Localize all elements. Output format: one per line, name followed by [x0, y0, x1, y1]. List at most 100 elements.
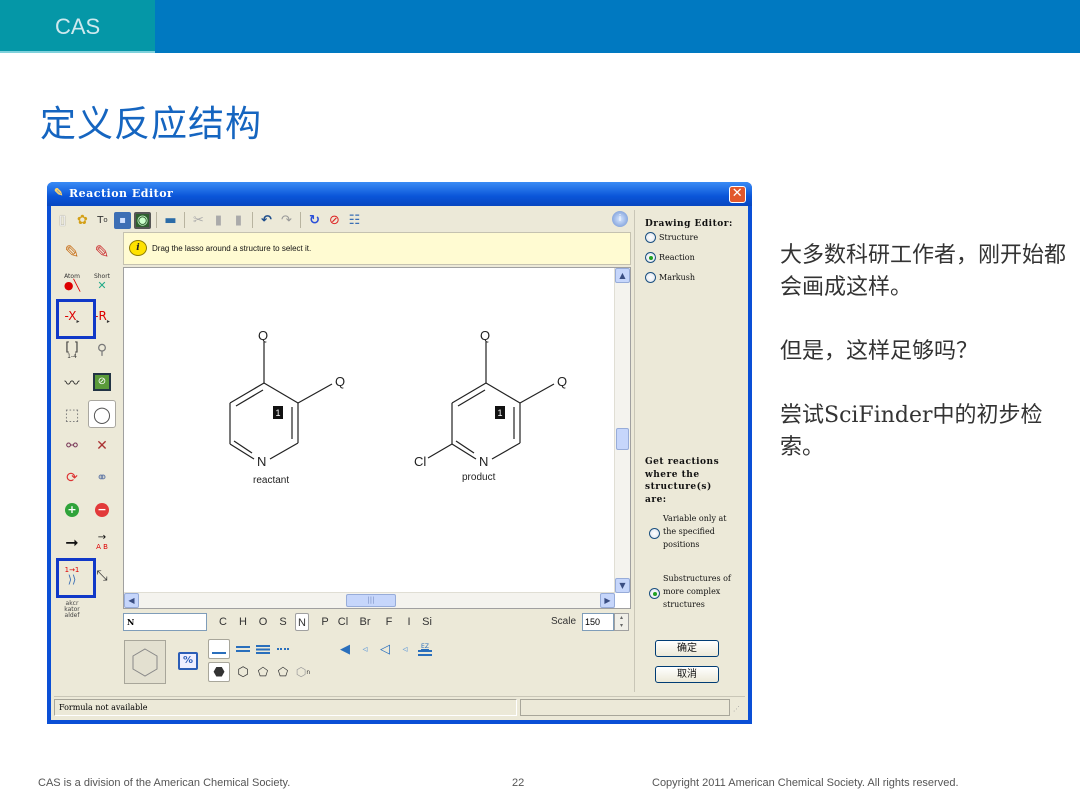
paste-icon[interactable]: ▮ — [230, 212, 247, 229]
vertical-scrollbar[interactable]: ▲ ▼ — [614, 268, 630, 593]
product-map-label: 1 — [498, 408, 503, 418]
info-icon: i — [129, 240, 147, 256]
shortcut-tool[interactable]: Short ✕ — [88, 268, 116, 296]
minus-icon: − — [95, 503, 109, 517]
reaction-editor-window: ✎ Reaction Editor ✕ ▯ ✿ To ▪ ◉ ▬ ✂ ▮ ▮ ↶… — [47, 182, 752, 724]
percent-tool-icon[interactable]: % — [178, 652, 198, 670]
scale-label: Scale — [551, 616, 577, 627]
close-button[interactable]: ✕ — [729, 186, 746, 203]
hash-bond-icon[interactable]: ◃ — [354, 639, 376, 659]
ring-n-label: n — [306, 668, 311, 676]
edit-tool-icon[interactable]: ⊘ — [88, 368, 116, 396]
note-paragraph: 大多数科研工作者，刚开始都会画成这样。 — [780, 243, 1067, 300]
any-bond-tool[interactable] — [272, 639, 294, 659]
slide-title: 定义反应结构 — [40, 104, 263, 145]
lasso-select-icon[interactable]: ◯ — [88, 400, 116, 428]
refresh-icon[interactable]: ↻ — [306, 212, 323, 229]
undo-icon[interactable]: ↶ — [258, 212, 275, 229]
ez-bond-tool[interactable]: EZ — [414, 639, 436, 659]
ring-lookup-tool[interactable]: ⚲ — [88, 336, 116, 364]
clear-icon[interactable]: ⊘ — [326, 212, 343, 229]
window-title-bar[interactable]: ✎ Reaction Editor ✕ — [47, 182, 752, 206]
toolbar-separator — [300, 212, 301, 228]
ring-six-filled-icon[interactable]: ⬣ — [208, 662, 230, 682]
eraser-tool-icon[interactable]: ✎ — [88, 238, 116, 266]
scale-spinner[interactable]: ▴ ▾ — [614, 613, 629, 631]
bond-cut-icon[interactable]: ✕ — [88, 432, 116, 460]
element-n[interactable]: N — [295, 613, 309, 631]
element-h[interactable]: H — [237, 613, 249, 631]
template-icon[interactable]: ◉ — [134, 211, 151, 229]
element-si[interactable]: Si — [421, 613, 433, 631]
wedge-double-icon[interactable]: ◁ — [374, 639, 396, 659]
scroll-up-icon[interactable]: ▲ — [615, 268, 630, 283]
save-icon[interactable]: ▪ — [114, 211, 131, 229]
element-cl[interactable]: Cl — [337, 613, 349, 631]
atom-symbol-input[interactable]: N — [123, 613, 207, 631]
scale-input[interactable]: 150 — [582, 613, 614, 631]
element-p[interactable]: P — [319, 613, 331, 631]
product-n: N — [479, 454, 488, 469]
scroll-right-icon[interactable]: ▶ — [600, 593, 615, 608]
ring-hexagon-icon[interactable]: ⬡ — [232, 662, 254, 682]
negative-charge-icon[interactable]: − — [88, 496, 116, 524]
hash-double-icon[interactable]: ◃ — [394, 639, 416, 659]
rotate-tool-icon[interactable]: ⟳ — [58, 464, 86, 492]
element-br[interactable]: Br — [359, 613, 371, 631]
element-f[interactable]: F — [383, 613, 395, 631]
ring-bond-icon[interactable]: ⚯ — [58, 432, 86, 460]
ring-n-size-icon[interactable]: ⬡ n — [292, 662, 314, 682]
double-bond-tool[interactable] — [232, 639, 254, 659]
marquee-select-icon[interactable]: ⬚ — [58, 400, 86, 428]
help-icon[interactable]: i — [612, 211, 628, 227]
spin-up-icon[interactable]: ▴ — [615, 614, 628, 622]
cancel-button[interactable]: 取消 — [655, 666, 719, 683]
vertical-scroll-thumb[interactable] — [616, 428, 629, 450]
copy-icon[interactable]: ▮ — [210, 212, 227, 229]
atom-tool[interactable]: Atom ●╲ — [58, 268, 86, 296]
element-c[interactable]: C — [217, 613, 229, 631]
mode-reaction-radio[interactable] — [645, 252, 656, 263]
reaction-role-tool[interactable]: → A B — [88, 528, 116, 556]
flip-tool-icon[interactable]: ⚭ — [88, 464, 116, 492]
import-icon[interactable]: ✿ — [74, 212, 91, 229]
variable-only-radio[interactable] — [649, 528, 660, 539]
triple-bond-tool[interactable] — [252, 639, 274, 659]
single-bond-tool[interactable] — [208, 639, 230, 659]
notes-icon[interactable]: ☷ — [346, 212, 363, 229]
scroll-down-icon[interactable]: ▼ — [615, 578, 630, 593]
reaction-site-tool[interactable]: akcr kator aldef — [58, 596, 86, 624]
redo-icon[interactable]: ↷ — [278, 212, 295, 229]
triple-bond-icon — [256, 644, 270, 654]
repeat-label: 1-4 — [67, 352, 77, 360]
repeating-group-tool[interactable]: [ ] 1-4 — [58, 336, 86, 364]
resize-grip-icon[interactable]: ⋰ — [733, 705, 743, 715]
text-tool-icon[interactable]: To — [94, 212, 111, 229]
highlight-box-x — [56, 299, 96, 339]
horizontal-scrollbar[interactable]: ◀ ||| ▶ — [124, 592, 615, 608]
spin-down-icon[interactable]: ▾ — [615, 622, 628, 630]
chain-tool-icon[interactable]: 〰 — [58, 368, 86, 396]
reaction-arrow-icon[interactable]: ➞ — [58, 528, 86, 556]
element-s[interactable]: S — [277, 613, 289, 631]
print-icon[interactable]: ▬ — [162, 212, 179, 229]
scroll-left-icon[interactable]: ◀ — [124, 593, 139, 608]
element-o[interactable]: O — [257, 613, 269, 631]
positive-charge-icon[interactable]: + — [58, 496, 86, 524]
toolbar-separator — [156, 212, 157, 228]
mode-markush-radio[interactable] — [645, 272, 656, 283]
ring-pentagon-icon[interactable]: ⬠ — [272, 662, 294, 682]
element-i[interactable]: I — [403, 613, 415, 631]
drawing-canvas[interactable]: Q Q N 1 Q Q N Cl 1 reactant product ▲ ▼ … — [123, 267, 631, 609]
cut-icon[interactable]: ✂ — [190, 212, 207, 229]
reactant-q-right: Q — [335, 374, 345, 389]
horizontal-scroll-thumb[interactable]: ||| — [346, 594, 396, 607]
mode-structure-radio[interactable] — [645, 232, 656, 243]
ring-cyclopentane-icon[interactable]: ⬠ — [252, 662, 274, 682]
substructures-radio[interactable] — [649, 588, 660, 599]
new-icon[interactable]: ▯ — [54, 212, 71, 229]
wedge-bond-icon[interactable]: ◀ — [334, 639, 356, 659]
ok-button[interactable]: 确定 — [655, 640, 719, 657]
benzene-template[interactable] — [124, 640, 166, 684]
pencil-tool-icon[interactable]: ✎ — [58, 238, 86, 266]
